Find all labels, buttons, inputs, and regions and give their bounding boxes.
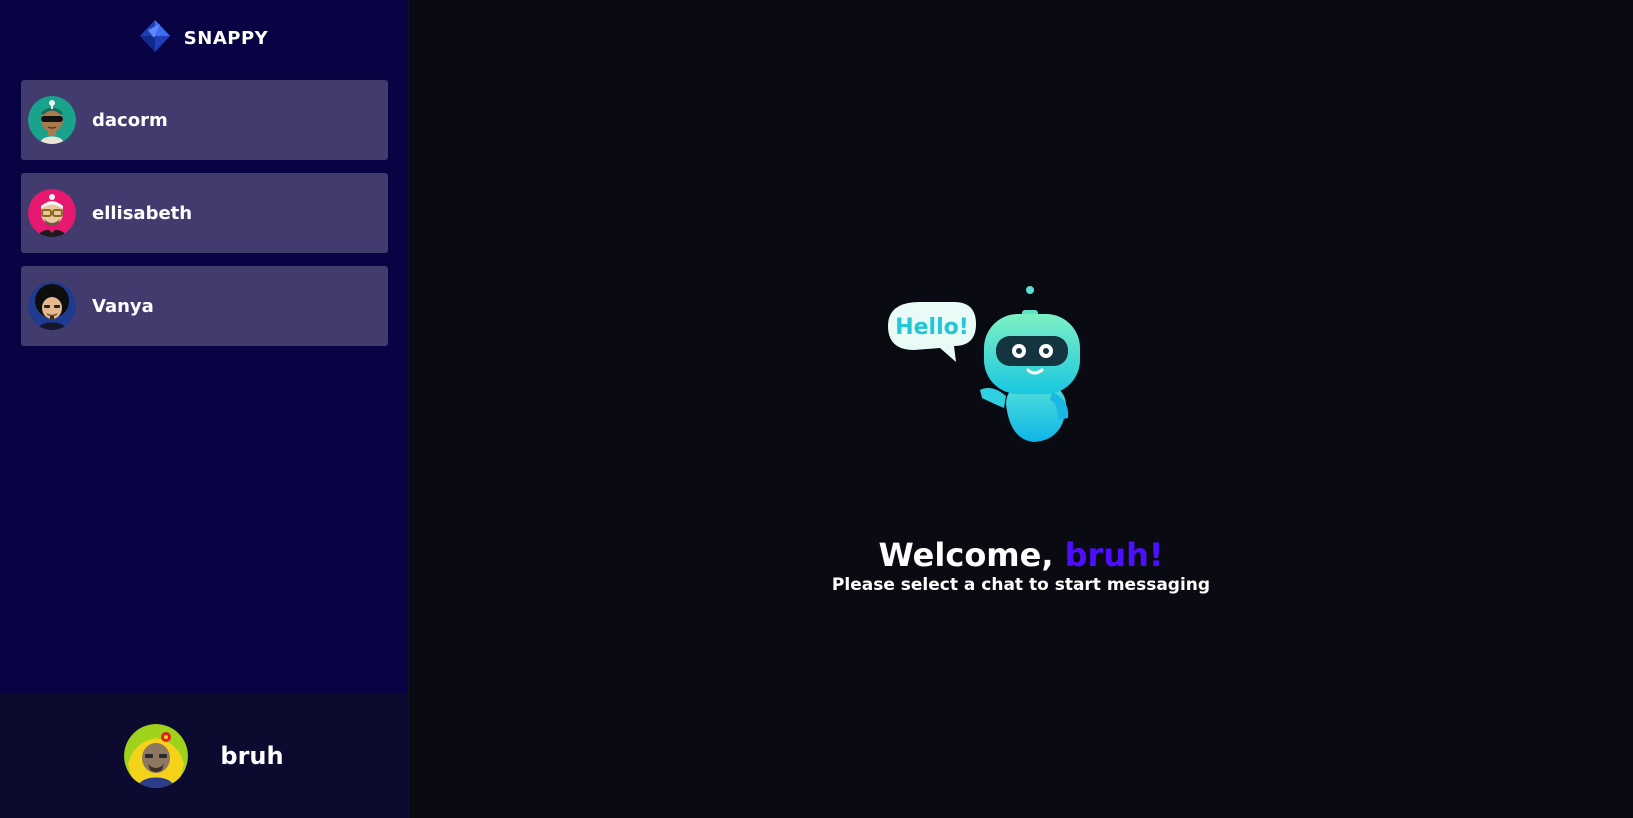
contact-name: dacorm	[92, 109, 168, 131]
welcome-pane: Hello! Welcome, bruh! Please select a ch…	[409, 0, 1633, 818]
brand-header: SNAPPY	[0, 0, 408, 76]
welcome-heading: Welcome, bruh!	[409, 536, 1633, 574]
contact-list: dacorm ellisabeth Vanya	[0, 76, 408, 346]
welcome-message: Welcome, bruh! Please select a chat to s…	[409, 536, 1633, 596]
current-user-name: bruh	[220, 742, 284, 770]
contact-item-ellisabeth[interactable]: ellisabeth	[21, 173, 388, 253]
contact-item-vanya[interactable]: Vanya	[21, 266, 388, 346]
robot-speech-text: Hello!	[895, 315, 969, 340]
snappy-logo-icon	[139, 20, 170, 56]
current-user-avatar-icon	[124, 724, 189, 788]
contact-name: ellisabeth	[92, 202, 193, 224]
welcome-subtitle: Please select a chat to start messaging	[831, 575, 1211, 595]
app: SNAPPY dacorm ellisabeth Vanya bruh Hell…	[0, 0, 1633, 818]
avatar-icon	[28, 282, 76, 330]
current-user-panel: bruh	[0, 694, 408, 818]
robot-illustration: Hello!	[874, 280, 1094, 460]
avatar-icon	[28, 189, 76, 237]
brand-name: SNAPPY	[183, 27, 269, 49]
contact-name: Vanya	[92, 295, 154, 317]
avatar-icon	[28, 96, 76, 144]
contact-item-dacorm[interactable]: dacorm	[21, 80, 388, 160]
welcome-greeting: Welcome,	[878, 536, 1054, 574]
welcome-username: bruh!	[1064, 536, 1164, 574]
contacts-sidebar: SNAPPY dacorm ellisabeth Vanya bruh	[0, 0, 409, 818]
